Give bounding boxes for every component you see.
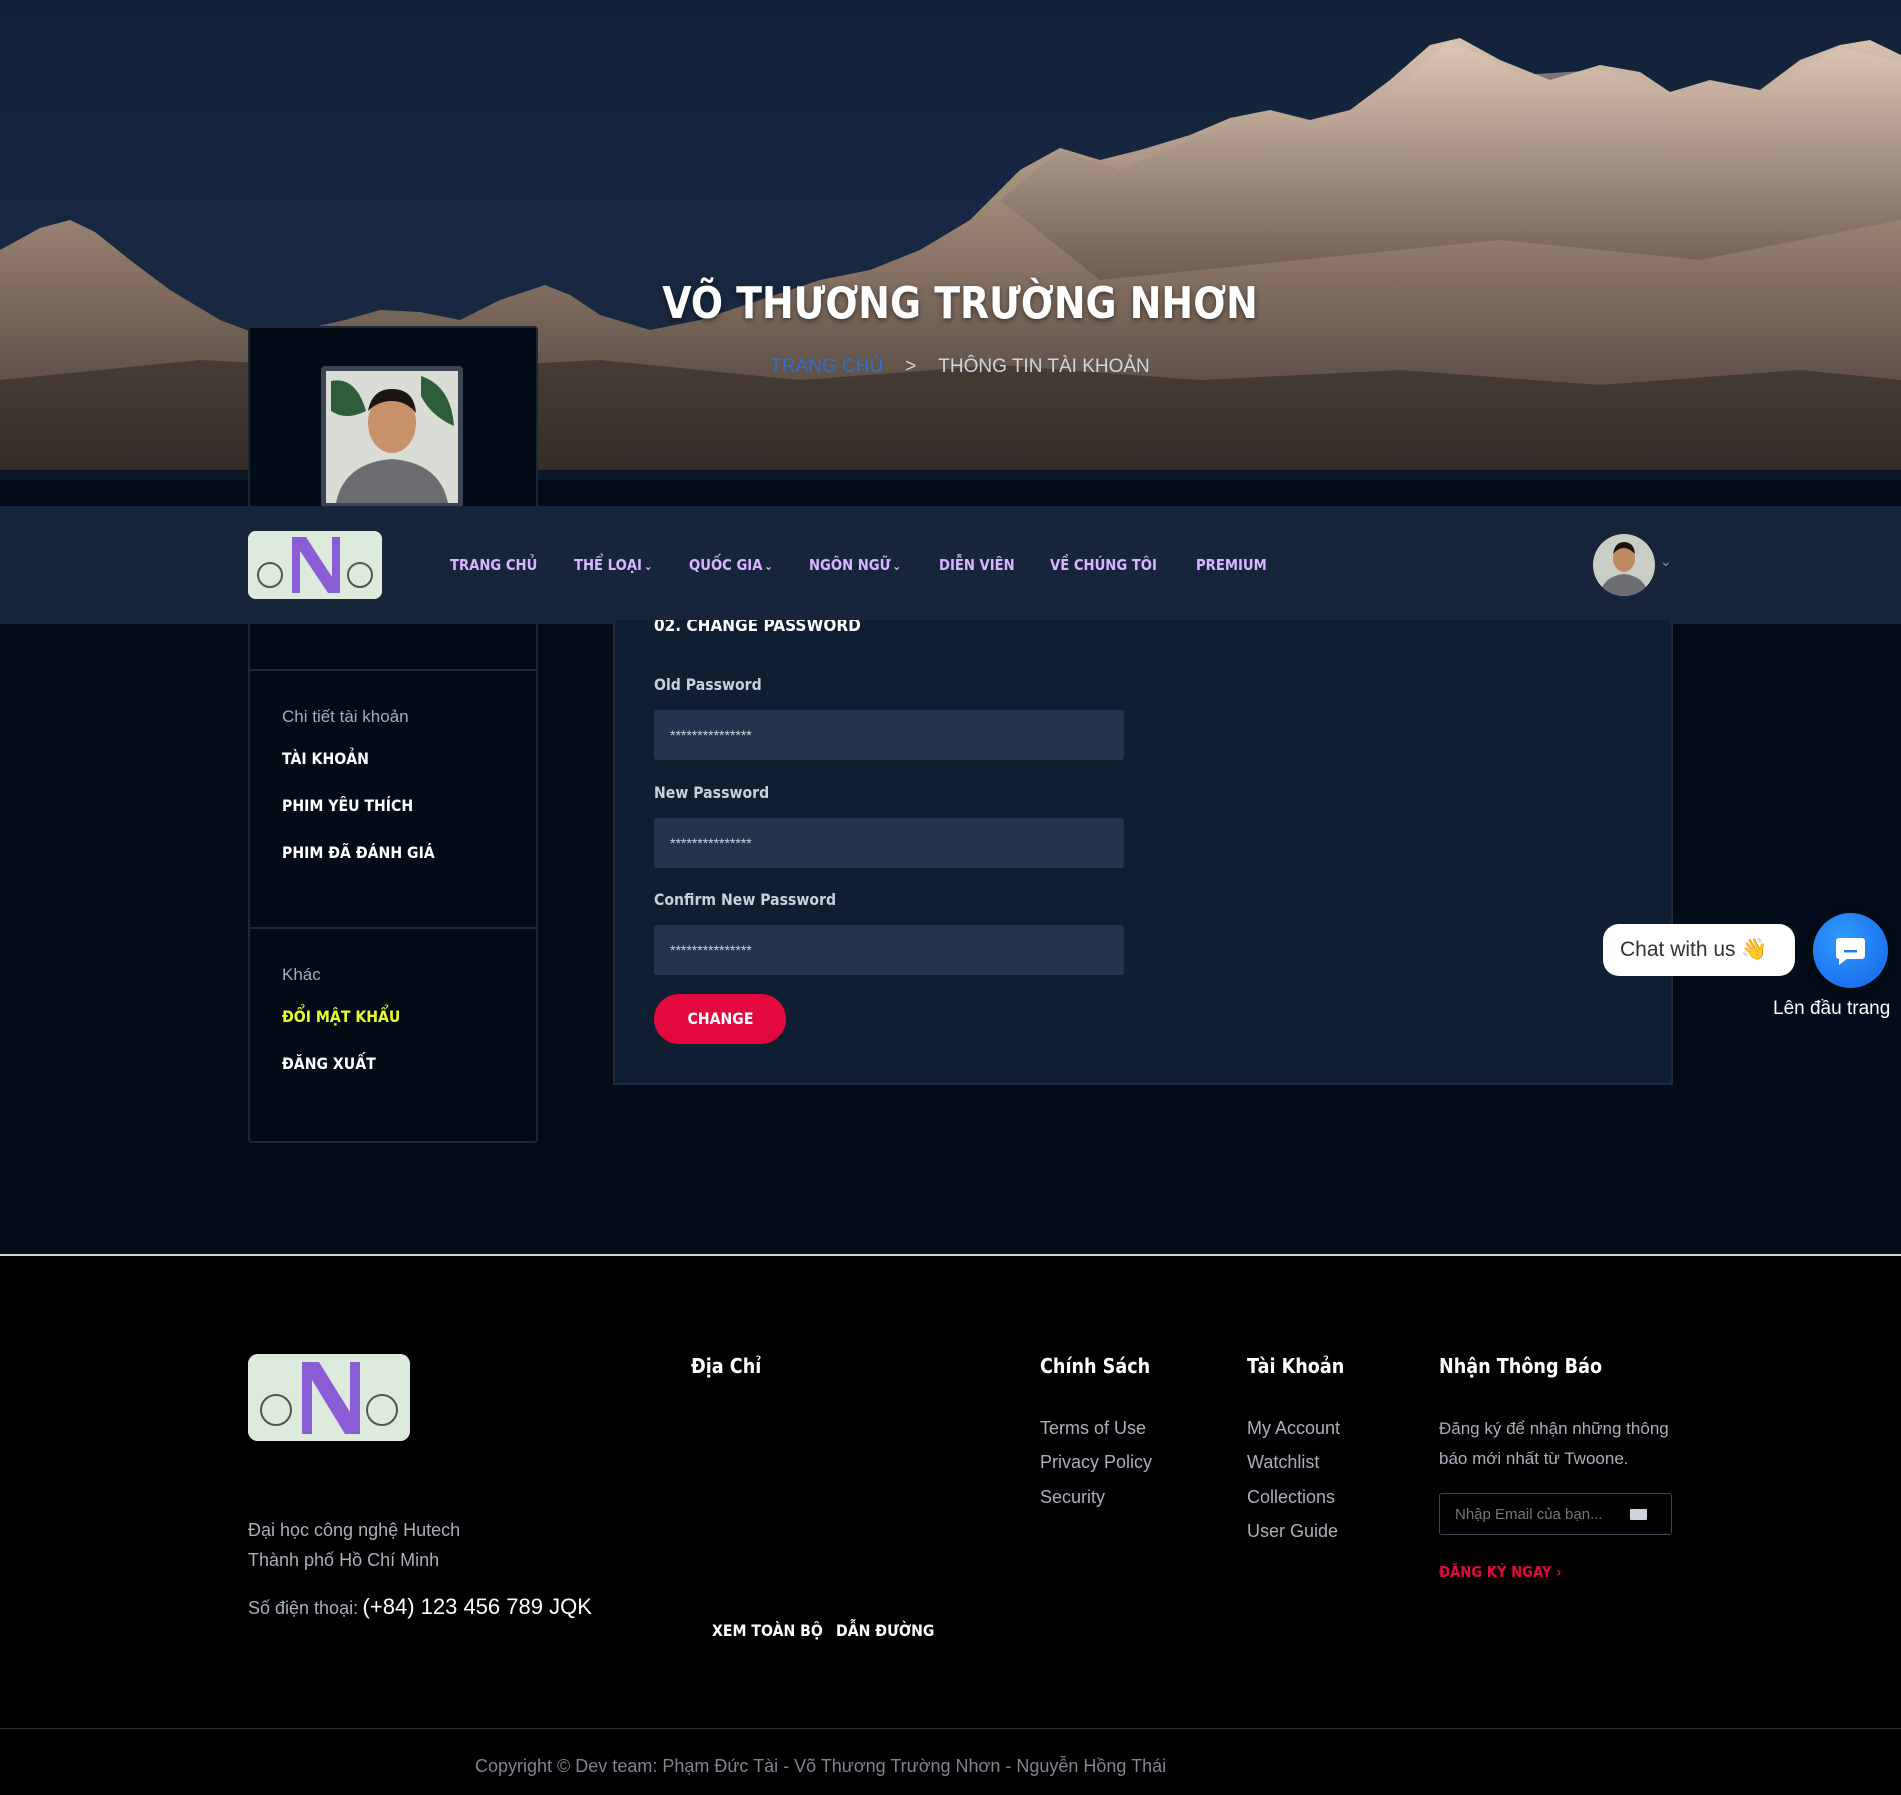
- breadcrumb-current: THÔNG TIN TÀI KHOẢN: [938, 356, 1150, 377]
- new-password-label: New Password: [654, 783, 770, 802]
- footer-link-privacy[interactable]: Privacy Policy: [1040, 1452, 1152, 1473]
- old-password-input[interactable]: [654, 710, 1124, 760]
- footer-link-my-account[interactable]: My Account: [1247, 1418, 1340, 1439]
- chevron-right-icon: ›: [1556, 1563, 1562, 1581]
- confirm-password-input[interactable]: [654, 925, 1124, 975]
- footer-logo[interactable]: [248, 1354, 410, 1441]
- footer-policy-title: Chính Sách: [1040, 1354, 1151, 1378]
- copyright-text: Copyright © Dev team: Phạm Đức Tài - Võ …: [475, 1756, 1167, 1776]
- footer-link-user-guide[interactable]: User Guide: [1247, 1521, 1338, 1542]
- nav-item-premium[interactable]: PREMIUM: [1196, 556, 1267, 574]
- chat-bubble[interactable]: Chat with us 👋: [1603, 924, 1795, 976]
- newsletter-text-line2: báo mới nhất từ Twoone.: [1439, 1449, 1629, 1468]
- subscribe-link[interactable]: ĐĂNG KÝ NGAY ›: [1439, 1563, 1562, 1581]
- sidebar-heading-account: Chi tiết tài khoản: [282, 707, 409, 726]
- footer-link-watchlist[interactable]: Watchlist: [1247, 1452, 1319, 1473]
- view-all-button[interactable]: XEM TOÀN BỘ: [712, 1621, 823, 1640]
- sidebar-item-change-password[interactable]: ĐỔI MẬT KHẨU: [282, 1007, 400, 1026]
- subscribe-label: ĐĂNG KÝ NGAY: [1439, 1563, 1552, 1581]
- newsletter-email-box: [1439, 1493, 1672, 1535]
- directions-button[interactable]: DẪN ĐƯỜNG: [836, 1621, 934, 1640]
- avatar-icon: [1593, 534, 1655, 596]
- nav-item-about[interactable]: VỀ CHÚNG TÔI: [1050, 556, 1157, 574]
- page-title: VÕ THƯƠNG TRƯỜNG NHƠN: [662, 278, 1258, 329]
- profile-avatar: [321, 366, 463, 508]
- chat-launcher-button[interactable]: [1813, 913, 1888, 988]
- sidebar-item-favorites[interactable]: PHIM YÊU THÍCH: [282, 796, 413, 815]
- footer-newsletter-title: Nhận Thông Báo: [1439, 1354, 1603, 1378]
- main-menu: TRANG CHỦ THỂ LOẠI QUỐC GIA NGÔN NGỮ DIỄ…: [450, 556, 1302, 574]
- breadcrumb-separator-icon: >: [905, 356, 917, 377]
- footer-phone-label: Số điện thoại:: [248, 1598, 359, 1618]
- keyboard-icon: [1630, 1509, 1647, 1520]
- footer-divider: [0, 1728, 1901, 1729]
- sidebar-item-account[interactable]: TÀI KHOẢN: [282, 749, 369, 768]
- sidebar-item-logout[interactable]: ĐĂNG XUẤT: [282, 1054, 376, 1073]
- change-button-label: CHANGE: [687, 1009, 753, 1028]
- footer-link-security[interactable]: Security: [1040, 1487, 1105, 1508]
- confirm-password-label: Confirm New Password: [654, 890, 837, 909]
- logo-n-icon: [248, 1354, 410, 1441]
- card-title-clip: 02. CHANGE PASSWORD: [613, 620, 1673, 634]
- old-password-label: Old Password: [654, 675, 762, 694]
- breadcrumb-home-link[interactable]: TRANG CHỦ: [770, 356, 883, 377]
- nav-item-countries[interactable]: QUỐC GIA: [689, 556, 773, 574]
- back-to-top-link[interactable]: Lên đầu trang: [1773, 998, 1890, 1020]
- chevron-down-icon[interactable]: ⌄: [1660, 553, 1672, 570]
- sidebar-item-rated[interactable]: PHIM ĐÃ ĐÁNH GIÁ: [282, 843, 435, 862]
- footer-account-title: Tài Khoản: [1247, 1354, 1345, 1378]
- card-title: 02. CHANGE PASSWORD: [654, 620, 861, 634]
- footer-address-line2: Thành phố Hồ Chí Minh: [248, 1550, 440, 1570]
- change-button[interactable]: CHANGE: [654, 994, 786, 1044]
- nav-item-languages[interactable]: NGÔN NGỮ: [809, 556, 901, 574]
- chat-icon: [1836, 938, 1865, 965]
- sidebar-heading-other: Khác: [282, 965, 321, 984]
- footer-link-terms[interactable]: Terms of Use: [1040, 1418, 1146, 1439]
- footer-address-title: Địa Chỉ: [691, 1354, 762, 1378]
- nav-item-genres[interactable]: THỂ LOẠI: [574, 556, 653, 574]
- sidebar-divider: [250, 927, 536, 929]
- sidebar-divider: [250, 669, 536, 671]
- nav-item-home[interactable]: TRANG CHỦ: [450, 556, 537, 574]
- footer-phone: Số điện thoại: (+84) 123 456 789 JQK: [248, 1594, 592, 1620]
- profile-photo-icon: [326, 371, 458, 503]
- newsletter-email-input[interactable]: [1440, 1494, 1620, 1534]
- footer-phone-value: (+84) 123 456 789 JQK: [362, 1594, 592, 1619]
- site-logo[interactable]: [248, 531, 382, 599]
- logo-n-icon: [248, 531, 382, 599]
- newsletter-text-line1: Đăng ký để nhận những thông: [1439, 1419, 1669, 1438]
- new-password-input[interactable]: [654, 818, 1124, 868]
- footer-address-line1: Đại học công nghệ Hutech: [248, 1520, 461, 1540]
- user-avatar-menu[interactable]: [1593, 534, 1655, 596]
- nav-item-actors[interactable]: DIỄN VIÊN: [939, 556, 1015, 574]
- footer-link-collections[interactable]: Collections: [1247, 1487, 1335, 1508]
